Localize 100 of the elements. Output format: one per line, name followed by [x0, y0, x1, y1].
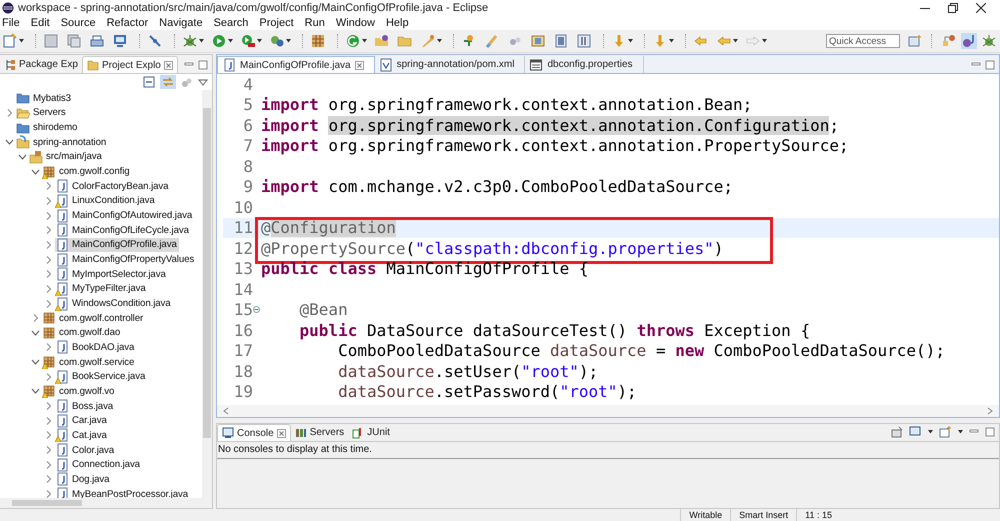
- tree-item[interactable]: MyImportSelector.java: [55, 267, 168, 282]
- tree-item[interactable]: src/main/java: [29, 150, 104, 164]
- perspective-icon: [942, 34, 956, 48]
- close-icon: [354, 60, 364, 70]
- paragraph-icon: [576, 33, 592, 49]
- view-tab[interactable]: Servers: [290, 424, 348, 441]
- menu-item[interactable]: Refactor: [106, 17, 148, 29]
- bug-icon: [182, 33, 198, 49]
- dropdown-icon: [628, 39, 633, 43]
- tree-item[interactable]: shirodemo: [16, 120, 80, 135]
- java-file-icon: [55, 414, 69, 428]
- java-file-icon: [55, 208, 69, 223]
- line-number: 16: [232, 320, 253, 340]
- menu-item[interactable]: Navigate: [159, 17, 203, 29]
- view-tab[interactable]: JUnit: [348, 424, 394, 441]
- vertical-scrollbar[interactable]: [202, 90, 212, 498]
- tree-item[interactable]: BookService.java: [55, 370, 148, 384]
- close-icon: [164, 60, 173, 70]
- code-line: dataSource.setUser("root");: [337, 362, 598, 381]
- line-number: 14: [232, 280, 253, 299]
- line-number: 18: [232, 362, 253, 381]
- code-line: public DataSource dataSourceTest() throws Exception {: [298, 320, 810, 340]
- quick-access-field[interactable]: Quick Access: [826, 34, 900, 48]
- tree-item[interactable]: spring-annotation: [16, 135, 108, 150]
- tree-item[interactable]: Cat.java: [55, 428, 109, 442]
- line-number: 11: [232, 218, 253, 238]
- console-message: No consoles to display at this time.: [217, 442, 999, 459]
- line-number: 7: [242, 136, 253, 156]
- menu-item[interactable]: Window: [336, 17, 375, 29]
- tree-item[interactable]: MainConfigOfPropertyValues: [55, 252, 196, 267]
- java-perspective-icon[interactable]: [961, 33, 977, 49]
- dropdown-icon: [928, 430, 933, 434]
- dropdown-icon: [228, 39, 233, 43]
- editor-tab[interactable]: dbconfig.properties: [525, 56, 644, 73]
- scroll-right-icon: [987, 407, 993, 415]
- java-file-icon: [55, 179, 69, 194]
- line-number: 6: [242, 116, 253, 135]
- maximize-icon: [198, 60, 208, 70]
- menu-item[interactable]: Run: [304, 17, 325, 29]
- tree-item[interactable]: LinuxCondition.java: [55, 194, 157, 208]
- tree-item[interactable]: Boss.java: [55, 399, 116, 414]
- tree-item[interactable]: com.gwolf.controller: [42, 311, 146, 326]
- coverage-icon: [269, 33, 285, 49]
- package-icon: [42, 355, 56, 370]
- link-editor-icon[interactable]: [160, 75, 176, 89]
- java-file-icon: [55, 282, 69, 296]
- line-number: 19: [232, 382, 253, 402]
- java-file-icon: [55, 252, 69, 267]
- java-file-icon: [55, 267, 69, 282]
- menu-item[interactable]: Edit: [30, 17, 50, 29]
- tree-item[interactable]: com.gwolf.dao: [42, 326, 122, 340]
- package-icon: [42, 311, 56, 326]
- tree-item[interactable]: WindowsCondition.java: [55, 296, 173, 311]
- view-tab[interactable]: Console: [217, 424, 291, 441]
- tree-item[interactable]: com.gwolf.service: [42, 355, 136, 370]
- horizontal-scrollbar[interactable]: [0, 498, 212, 508]
- menu-item[interactable]: Project: [259, 17, 294, 29]
- tree-item[interactable]: com.gwolf.config: [42, 164, 132, 179]
- tree-item[interactable]: Car.java: [55, 414, 109, 428]
- menu-item[interactable]: Source: [60, 17, 96, 29]
- pencil-icon: [484, 33, 500, 49]
- fold-icon[interactable]: [253, 306, 260, 314]
- tree-item[interactable]: com.gwolf.vo: [42, 384, 116, 398]
- line-number: 9: [242, 177, 253, 196]
- restore-icon: [948, 3, 958, 13]
- tree-item[interactable]: Mybatis3: [16, 91, 73, 106]
- view-tab[interactable]: Package Exp: [0, 56, 82, 73]
- status-text: Smart Insert: [730, 509, 796, 521]
- tree-item[interactable]: Color.java: [55, 443, 116, 458]
- editor-tab[interactable]: spring-annotation/pom.xml: [374, 56, 526, 73]
- editor-tab[interactable]: MainConfigOfProfile.java: [217, 56, 375, 73]
- dropdown-icon: [733, 39, 738, 43]
- java-file-icon: [55, 399, 69, 414]
- view-tab[interactable]: Project Explo: [82, 56, 178, 73]
- tree-item[interactable]: MyTypeFilter.java: [55, 282, 148, 296]
- tree-item[interactable]: Dog.java: [55, 472, 112, 486]
- tree-item[interactable]: BookDAO.java: [55, 340, 136, 354]
- dropdown-icon: [958, 430, 963, 434]
- java-file-icon: [55, 472, 69, 486]
- package-icon: [42, 164, 56, 179]
- dropdown-icon: [199, 39, 204, 43]
- save-all-icon: [66, 33, 82, 49]
- tree-item[interactable]: Servers: [16, 106, 68, 120]
- code-line: @PropertySource("classpath:dbconfig.properties"): [261, 238, 724, 258]
- java-file-icon: [55, 296, 69, 311]
- menu-item[interactable]: File: [2, 17, 20, 29]
- bug-icon: [982, 34, 996, 48]
- menu-item[interactable]: Help: [386, 17, 409, 29]
- wand-icon: [420, 33, 436, 49]
- tree-item[interactable]: ColorFactoryBean.java: [55, 179, 170, 194]
- tree-item[interactable]: Connection.java: [55, 458, 142, 472]
- tree-item[interactable]: MainConfigOfAutowired.java: [55, 208, 194, 223]
- horizontal-scrollbar[interactable]: [217, 405, 999, 417]
- java-file-icon: [55, 428, 69, 442]
- tree-item[interactable]: MainConfigOfLifeCycle.java: [55, 223, 191, 238]
- menu-item[interactable]: Search: [214, 17, 248, 29]
- code-line: ComboPooledDataSource dataSource = new ComboPooledDataSource();: [337, 341, 945, 360]
- xml-file-icon: [378, 58, 393, 72]
- tree-item[interactable]: MainConfigOfProfile.java: [55, 238, 179, 252]
- java-file-icon: [55, 443, 69, 458]
